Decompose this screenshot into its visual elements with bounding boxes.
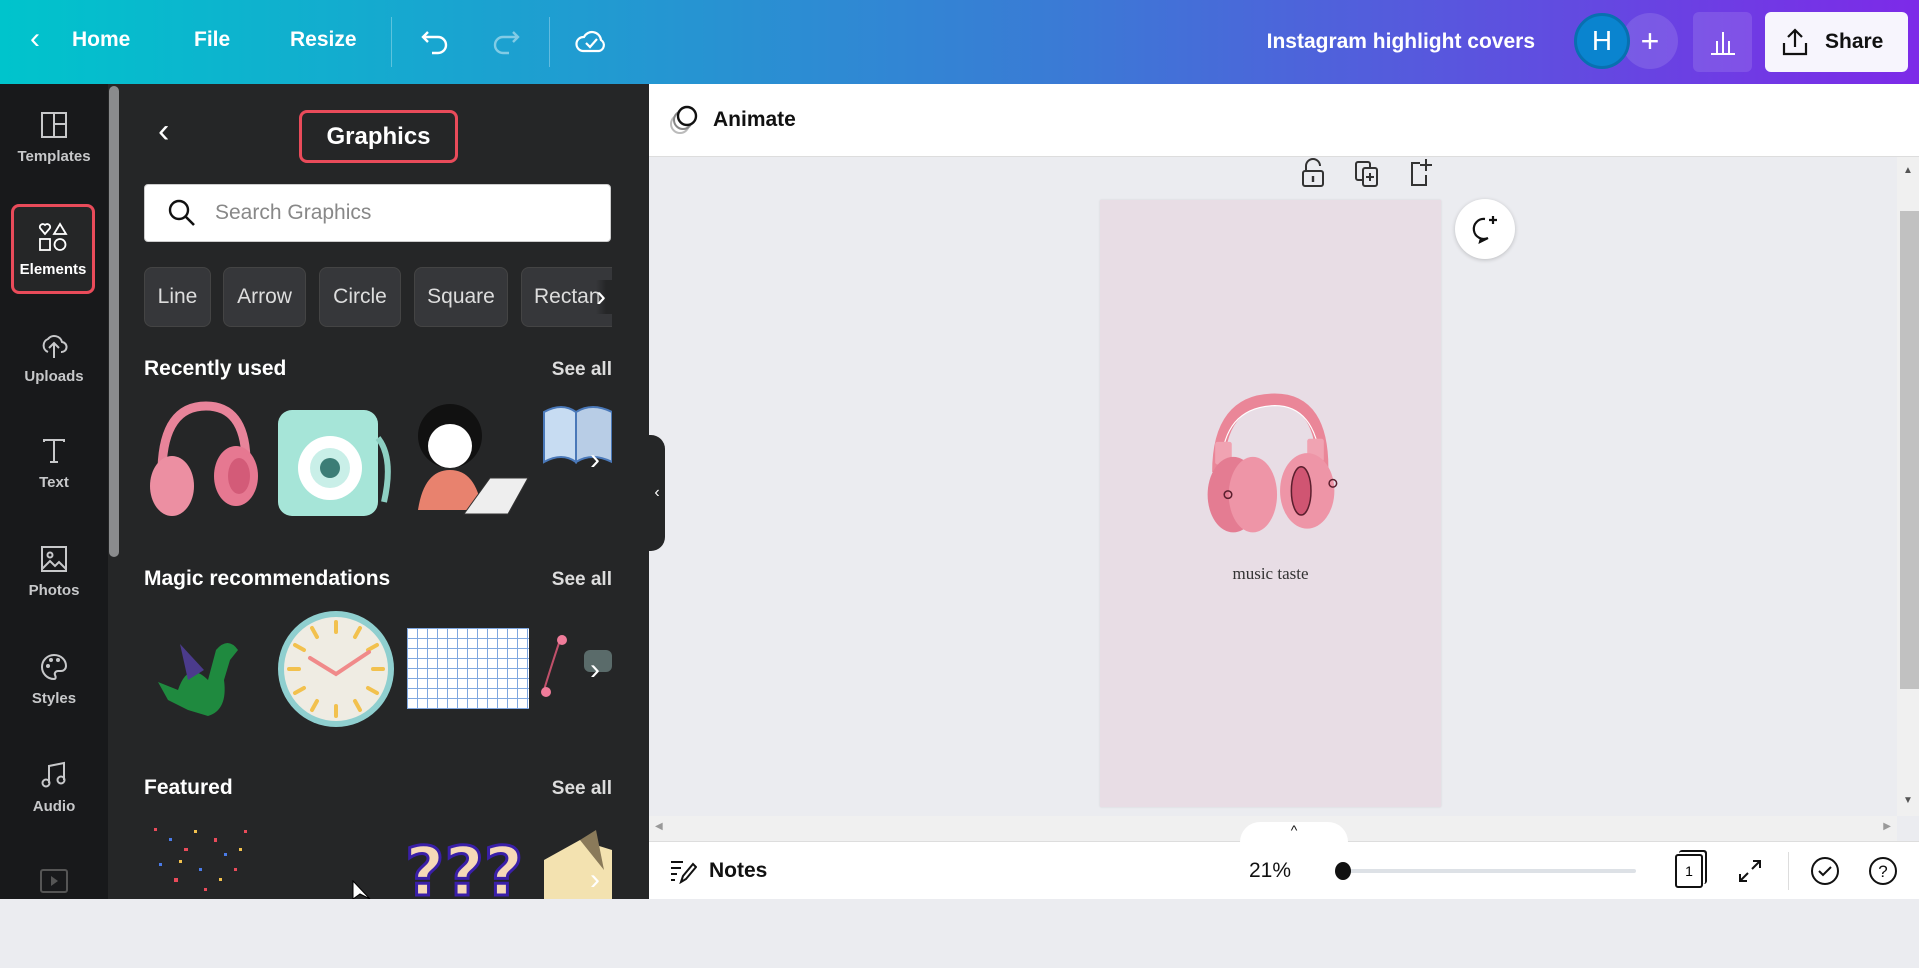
girl-laptop-graphic[interactable] — [404, 398, 530, 520]
zoom-slider-handle[interactable] — [1335, 862, 1351, 880]
confetti-graphic[interactable] — [144, 818, 264, 899]
chip-circle[interactable]: Circle — [319, 267, 401, 327]
video-icon — [40, 869, 68, 893]
grid-paper-graphic[interactable] — [407, 628, 529, 709]
rail-item-audio[interactable]: Audio — [0, 760, 108, 860]
section-title: Recently used — [144, 357, 287, 380]
headphones-artwork[interactable] — [1188, 383, 1354, 561]
check-circle-icon[interactable] — [1809, 855, 1841, 887]
rail-item-styles[interactable]: Styles — [0, 652, 108, 752]
top-bar: ‹ Home File Resize Instagram highlight c… — [0, 0, 1919, 84]
animate-button[interactable]: Animate — [669, 105, 796, 135]
collapse-panel-button[interactable]: ‹ — [649, 435, 665, 551]
search-input[interactable] — [215, 201, 595, 225]
help-icon[interactable]: ? — [1867, 855, 1899, 887]
headphones-graphic[interactable] — [144, 398, 262, 520]
chevron-left-icon[interactable]: ‹ — [30, 22, 40, 56]
rail-item-templates[interactable]: Templates — [0, 110, 108, 210]
search-graphics-field[interactable] — [144, 184, 611, 242]
layout-icon — [41, 112, 67, 138]
row-next-icon[interactable]: › — [590, 860, 614, 900]
vertical-scrollbar-thumb[interactable] — [1900, 211, 1919, 689]
mouse-cursor-icon — [352, 880, 371, 899]
file-menu[interactable]: File — [194, 28, 230, 52]
comment-add-icon — [1472, 216, 1497, 245]
music-icon — [41, 761, 66, 788]
rail-label: Audio — [32, 798, 76, 815]
unlock-icon[interactable] — [1300, 158, 1326, 188]
scroll-down-arrow[interactable]: ▼ — [1897, 795, 1919, 806]
insights-button[interactable] — [1693, 12, 1752, 72]
notes-icon — [671, 861, 697, 884]
bar-chart-icon — [1710, 32, 1735, 55]
rail-label: Photos — [28, 582, 80, 599]
row-next-icon[interactable]: › — [590, 650, 614, 690]
clock-graphic[interactable] — [275, 608, 397, 730]
search-icon — [168, 199, 195, 226]
avatar[interactable]: H — [1574, 13, 1630, 69]
text-icon — [43, 439, 65, 463]
cloud-upload-icon — [42, 335, 68, 358]
rail-label: Uploads — [24, 368, 84, 385]
see-all-link[interactable]: See all — [540, 359, 612, 381]
design-page[interactable]: music taste — [1100, 200, 1441, 807]
rail-item-photos[interactable]: Photos — [0, 544, 108, 644]
panel-title: Graphics — [299, 110, 458, 163]
redo-icon[interactable] — [489, 26, 521, 58]
question-marks-graphic[interactable]: ??? — [403, 836, 524, 909]
rail-scrollbar-thumb[interactable] — [109, 86, 119, 557]
pages-button[interactable]: 1 — [1675, 854, 1703, 888]
chips-next-icon[interactable]: › — [596, 280, 616, 314]
row-next-icon[interactable]: › — [590, 440, 614, 480]
chip-square[interactable]: Square — [414, 267, 508, 327]
context-toolbar: Animate — [649, 84, 1919, 157]
chip-arrow[interactable]: Arrow — [223, 267, 306, 327]
shapes-icon — [38, 221, 68, 251]
zoom-percent[interactable]: 21% — [1249, 859, 1291, 883]
share-button[interactable]: Share — [1765, 12, 1908, 72]
design-title[interactable]: Instagram highlight covers — [1267, 30, 1535, 54]
see-all-link[interactable]: See all — [540, 569, 612, 591]
section-title: Magic recommendations — [144, 567, 391, 590]
palette-icon — [41, 653, 68, 681]
undo-icon[interactable] — [420, 26, 452, 58]
rail-label: Elements — [19, 260, 87, 278]
chip-line[interactable]: Line — [144, 267, 211, 327]
bottom-bar: Notes 21% 1 ? — [649, 841, 1919, 899]
svg-text:?: ? — [1878, 862, 1887, 881]
rail-item-video[interactable] — [0, 868, 108, 968]
rail-item-uploads[interactable]: Uploads — [0, 328, 108, 428]
share-label: Share — [1825, 30, 1884, 53]
rail-item-elements[interactable]: Elements — [11, 204, 95, 294]
divider — [391, 17, 392, 67]
dragon-graphic[interactable] — [148, 620, 266, 742]
add-comment-button[interactable] — [1455, 199, 1515, 259]
resize-button[interactable]: Resize — [290, 28, 357, 52]
instant-camera-graphic[interactable] — [272, 398, 398, 520]
rail-label: Styles — [31, 690, 77, 707]
section-title: Featured — [144, 776, 233, 799]
fullscreen-icon[interactable] — [1737, 858, 1763, 884]
animate-icon — [670, 105, 698, 134]
animate-label: Animate — [713, 108, 796, 131]
notes-label: Notes — [709, 859, 768, 882]
upload-icon — [1782, 28, 1808, 56]
home-button[interactable]: Home — [72, 28, 130, 52]
divider — [1788, 852, 1789, 890]
zoom-slider-track[interactable] — [1343, 869, 1636, 873]
rail-label: Templates — [17, 148, 91, 165]
notes-button[interactable]: Notes — [669, 858, 767, 884]
image-icon — [41, 546, 67, 572]
back-chevron-icon[interactable]: ‹ — [158, 112, 169, 151]
rail-label: Text — [39, 474, 69, 491]
see-all-link[interactable]: See all — [540, 778, 612, 800]
divider — [549, 17, 550, 67]
canvas-text[interactable]: music taste — [1100, 564, 1441, 584]
cloud-saved-icon[interactable] — [574, 24, 608, 58]
add-page-icon[interactable] — [1408, 157, 1434, 187]
expand-pages-button[interactable]: ^ — [1240, 822, 1348, 846]
add-collaborator-button[interactable]: + — [1622, 13, 1678, 69]
rail-item-text[interactable]: Text — [0, 436, 108, 536]
duplicate-page-icon[interactable] — [1354, 160, 1380, 188]
